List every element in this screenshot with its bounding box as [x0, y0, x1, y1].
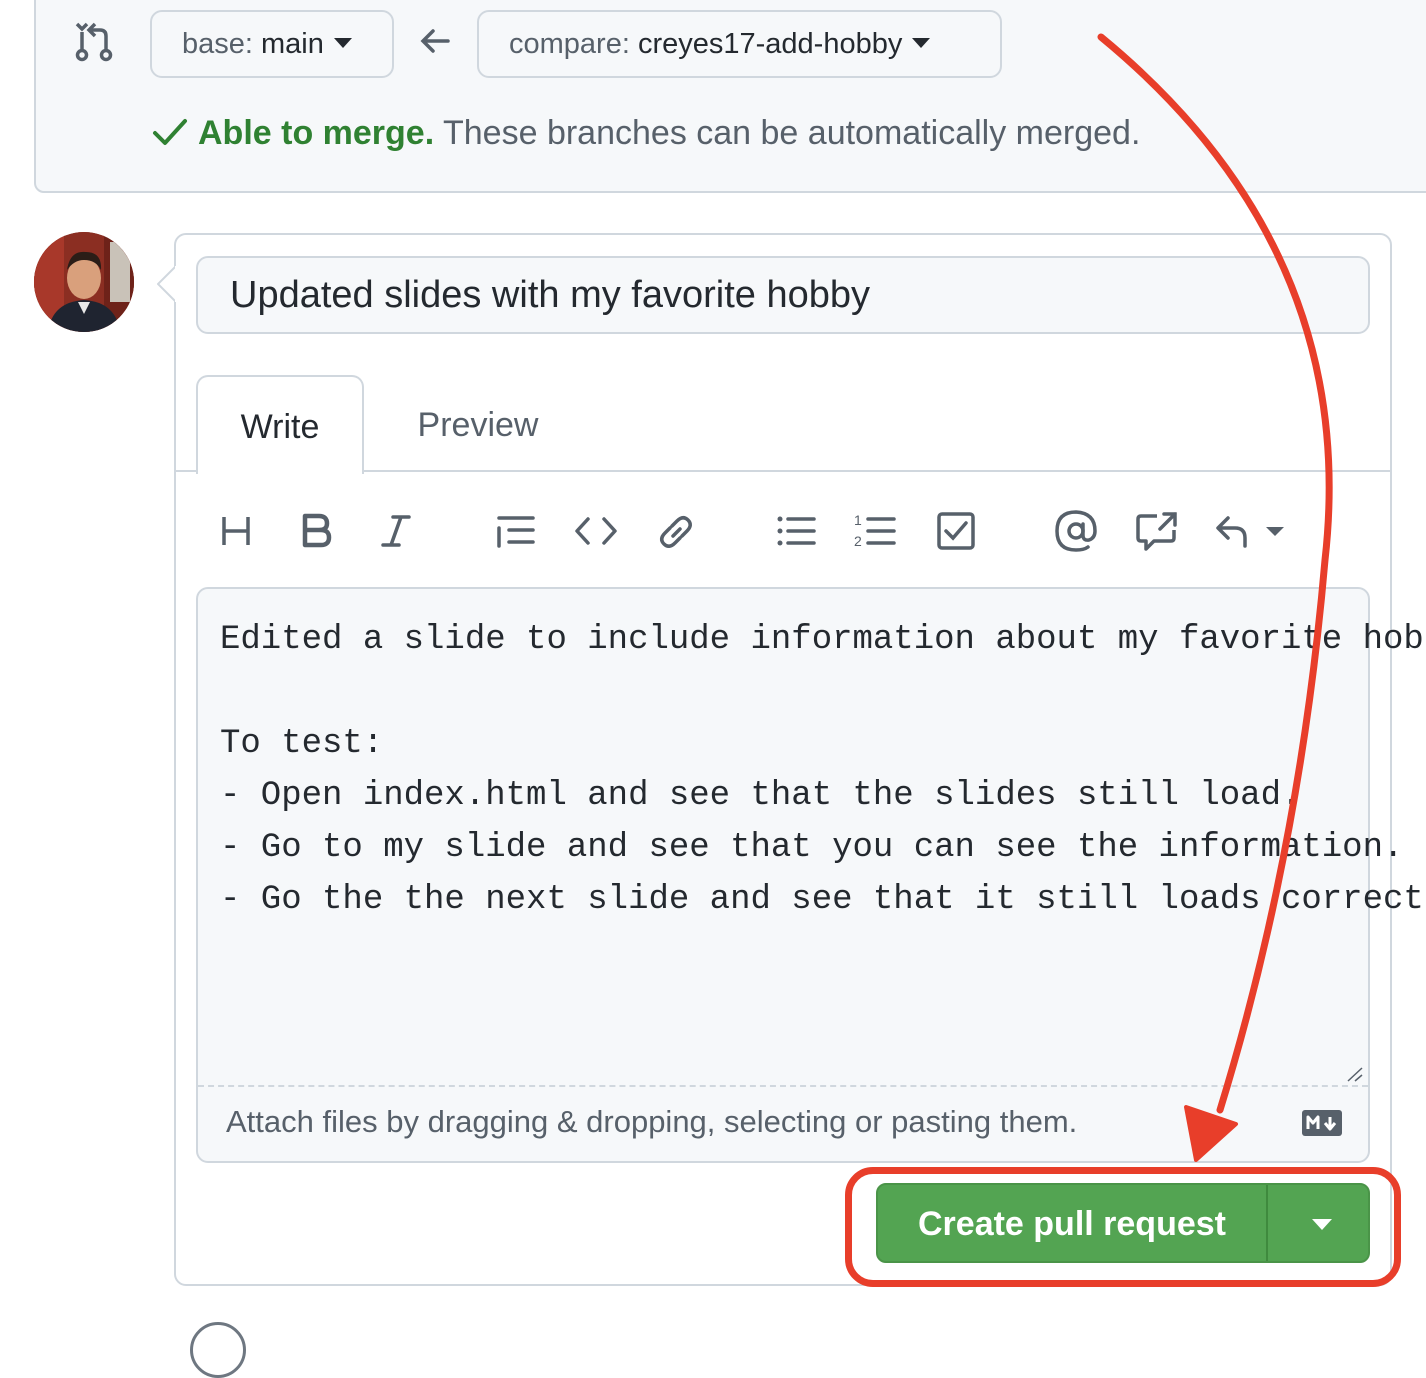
- chevron-down-icon: [333, 38, 352, 49]
- base-prefix: base:: [182, 28, 261, 60]
- merge-status: Able to merge. These branches can be aut…: [152, 114, 1140, 153]
- attach-files-hint[interactable]: Attach files by dragging & dropping, sel…: [226, 1104, 1077, 1140]
- compare-branch-button[interactable]: compare: creyes17-add-hobby: [477, 10, 1002, 78]
- tab-preview[interactable]: Preview: [390, 375, 566, 472]
- annotation-highlight-box: [845, 1167, 1401, 1287]
- task-list-icon[interactable]: [933, 508, 979, 554]
- code-icon[interactable]: [573, 508, 619, 554]
- arrow-left-icon: [420, 29, 450, 53]
- compare-branch-name: creyes17-add-hobby: [637, 28, 903, 60]
- cross-reference-icon[interactable]: [1133, 508, 1179, 554]
- svg-text:2: 2: [854, 533, 862, 549]
- markdown-icon[interactable]: [1302, 1110, 1342, 1136]
- mention-icon[interactable]: [1053, 508, 1099, 554]
- title-input[interactable]: Updated slides with my favorite hobby: [196, 256, 1370, 334]
- base-branch-name: main: [261, 28, 324, 60]
- base-branch-button[interactable]: base: main: [150, 10, 394, 78]
- check-icon: [153, 119, 187, 145]
- numbered-list-icon[interactable]: 12: [853, 508, 899, 554]
- merge-ok-label: Able to merge.: [198, 114, 435, 152]
- timeline-icon: [190, 1322, 246, 1378]
- saved-reply-icon[interactable]: [1213, 508, 1293, 554]
- avatar-image: [34, 232, 134, 332]
- resize-handle-icon[interactable]: [1346, 1066, 1364, 1082]
- merge-message: These branches can be automatically merg…: [434, 114, 1141, 152]
- italic-icon[interactable]: [373, 508, 419, 554]
- heading-icon[interactable]: [213, 508, 259, 554]
- pull-request-icon: [75, 22, 113, 62]
- form-pointer: [157, 266, 177, 302]
- bold-icon[interactable]: [293, 508, 339, 554]
- quote-icon[interactable]: [493, 508, 539, 554]
- compare-prefix: compare:: [509, 28, 638, 60]
- attach-divider: [198, 1085, 1368, 1087]
- chevron-down-icon: [912, 38, 931, 49]
- avatar[interactable]: [34, 232, 134, 332]
- tab-write[interactable]: Write: [196, 375, 364, 474]
- bulleted-list-icon[interactable]: [773, 508, 819, 554]
- link-icon[interactable]: [653, 508, 699, 554]
- body-text[interactable]: Edited a slide to include information ab…: [220, 614, 1426, 926]
- svg-text:1: 1: [854, 512, 862, 528]
